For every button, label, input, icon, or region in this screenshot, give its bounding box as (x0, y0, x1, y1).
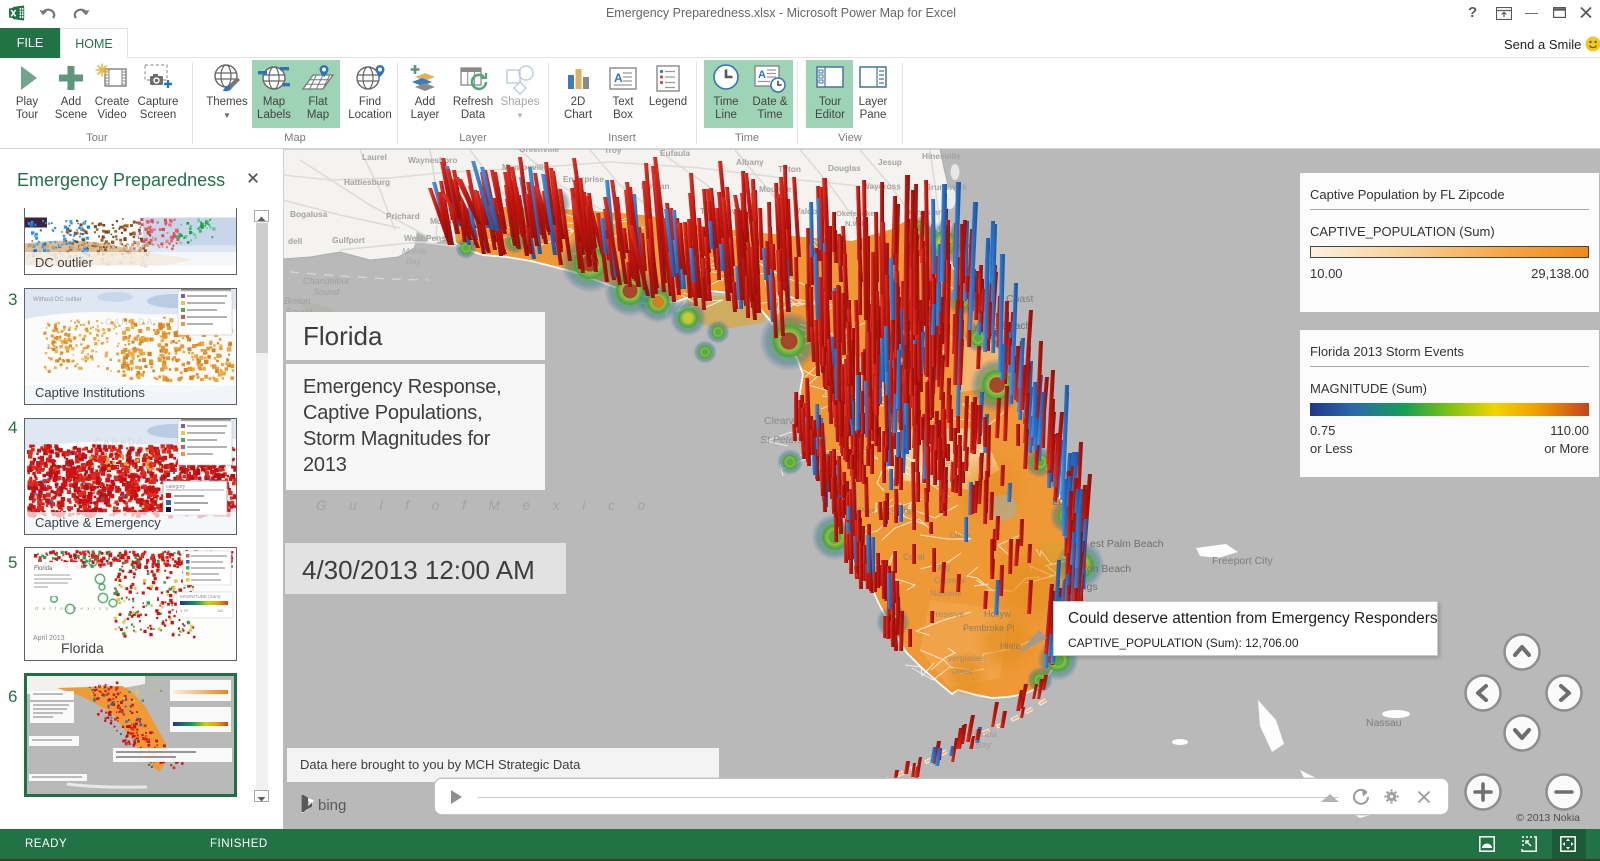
svg-text:Chandeleur: Chandeleur (303, 276, 351, 286)
svg-text:Hattiesburg: Hattiesburg (344, 177, 390, 187)
svg-text:Florida: Florida (34, 566, 53, 572)
svg-text:G u l f o f M e x i c o: G u l f o f M e x i c o (35, 606, 110, 611)
svg-text:Breton: Breton (284, 296, 311, 306)
svg-text:Without DC outlier: Without DC outlier (33, 297, 82, 303)
svg-text:Gulfport: Gulfport (332, 235, 365, 245)
svg-text:0.75: 0.75 (180, 608, 189, 613)
svg-text:Laurel: Laurel (362, 152, 387, 162)
svg-text:Hiale: Hiale (1000, 641, 1021, 651)
svg-text:Florida: Florida (61, 640, 104, 656)
svg-text:Prichard: Prichard (386, 211, 420, 221)
svg-text:est Palm Beach: est Palm Beach (1090, 538, 1164, 550)
svg-text:Bay: Bay (406, 256, 421, 266)
svg-text:Greenville: Greenville (519, 149, 560, 154)
svg-text:dell: dell (288, 236, 302, 246)
svg-text:tional: tional (952, 666, 972, 676)
svg-text:Nassau: Nassau (1366, 717, 1402, 729)
svg-text:Enterprise: Enterprise (563, 174, 604, 184)
svg-text:Sound: Sound (313, 287, 340, 297)
svg-text:Mobile: Mobile (402, 246, 427, 256)
svg-text:Coast: Coast (1006, 293, 1034, 305)
svg-text:Eufaula: Eufaula (660, 149, 690, 158)
svg-text:110: 110 (217, 608, 224, 613)
svg-text:Waynesboro: Waynesboro (408, 155, 457, 165)
svg-text:© 2013 Nokia: © 2013 Nokia (1516, 812, 1580, 824)
svg-text:Jesup: Jesup (878, 157, 902, 167)
svg-text:Hinesville: Hinesville (922, 151, 961, 161)
svg-text:category: category (166, 484, 186, 490)
svg-text:April 2013: April 2013 (33, 635, 65, 642)
svg-text:Troy: Troy (604, 149, 622, 155)
svg-text:Tifton: Tifton (778, 164, 801, 174)
svg-text:Douglas: Douglas (828, 163, 861, 173)
svg-text:A: A (758, 69, 766, 81)
svg-text:Pembroke Pi: Pembroke Pi (963, 623, 1015, 633)
svg-text:Bogalusa: Bogalusa (290, 209, 328, 219)
svg-text:nton Beach: nton Beach (1078, 563, 1131, 575)
svg-text:bing: bing (318, 797, 346, 814)
svg-text:verglades: verglades (948, 653, 985, 663)
svg-text:MAGNITUDE (Sum): MAGNITUDE (Sum) (180, 594, 221, 599)
svg-text:Freeport City: Freeport City (1212, 555, 1273, 567)
svg-text:West Pens: West Pens (404, 233, 446, 243)
svg-text:G u l f o f M e x i c o: G u l f o f M e x i c o (316, 498, 655, 513)
svg-text:Preserve: Preserve (930, 609, 964, 619)
svg-text:Albany: Albany (736, 157, 764, 167)
svg-text:A: A (614, 71, 623, 85)
